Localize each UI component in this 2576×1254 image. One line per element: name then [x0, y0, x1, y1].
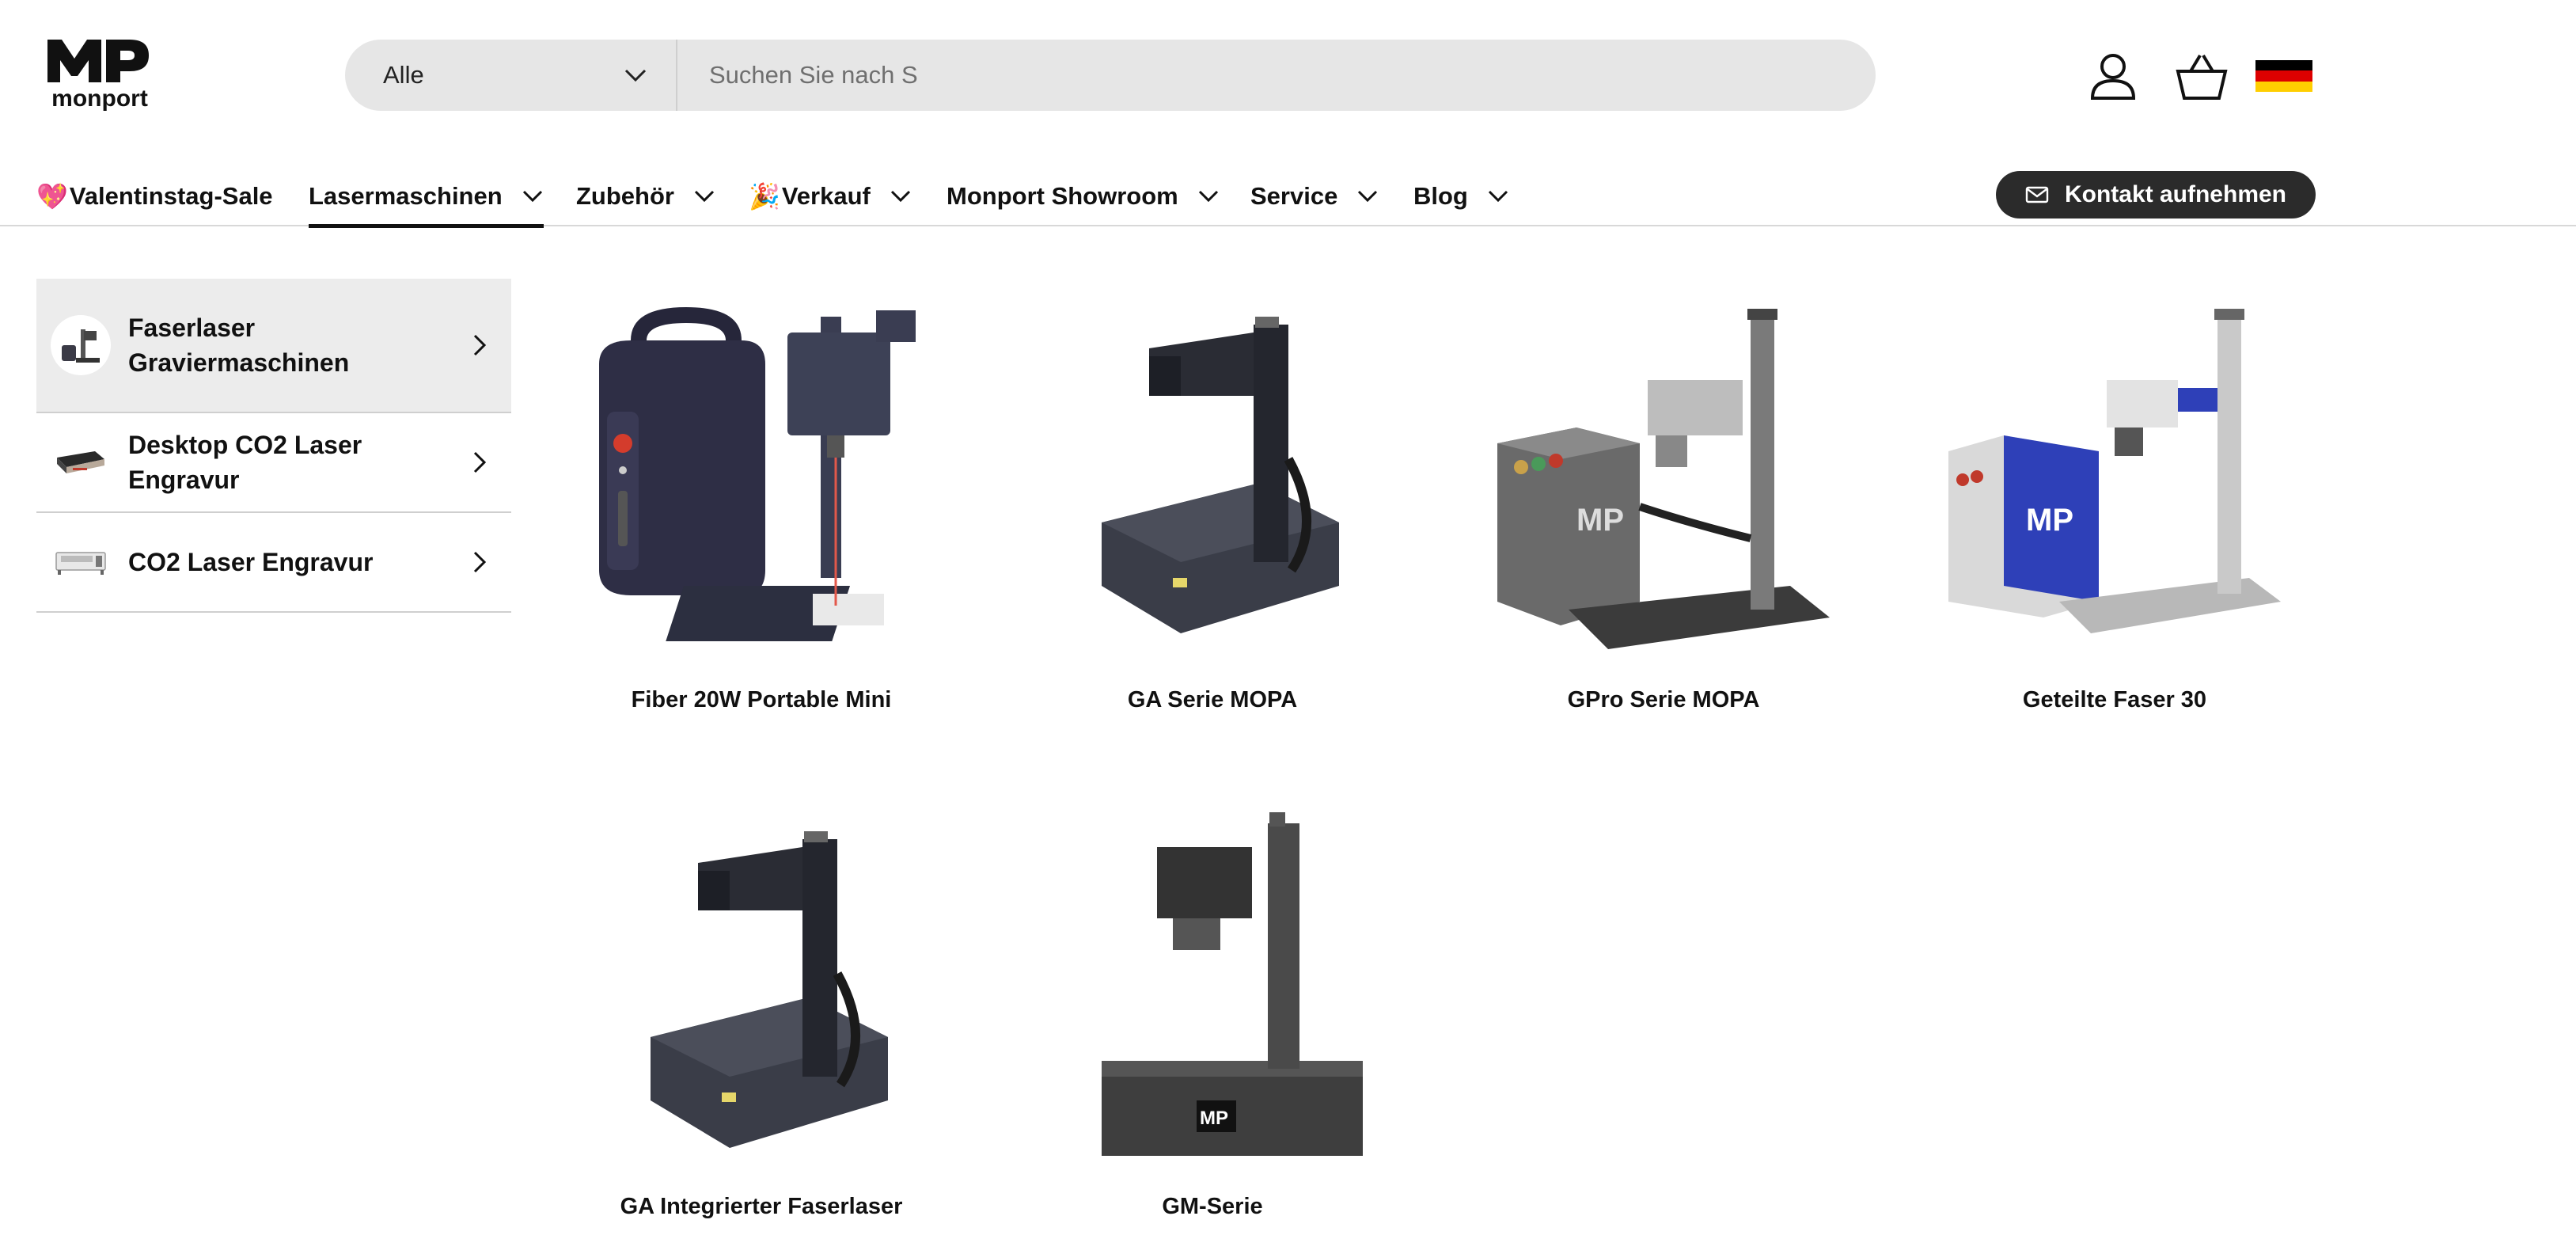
nav-item-label: Blog	[1413, 182, 1468, 210]
product-name: Fiber 20W Portable Mini	[631, 687, 892, 712]
nav-item-service[interactable]: Service	[1250, 166, 1379, 226]
nav-item-label: Monport Showroom	[947, 182, 1178, 210]
monport-logo[interactable]: monport	[44, 35, 155, 114]
category-thumbnail	[51, 532, 111, 592]
chevron-down-icon	[890, 190, 910, 203]
mp-logo-on-machine: MP	[1576, 503, 1624, 538]
product-card[interactable]: MP GM-Serie	[1007, 808, 1418, 1220]
gm-series-laser-image: MP	[1102, 812, 1363, 1156]
account-icon	[2090, 54, 2136, 100]
chevron-down-icon	[1488, 190, 1508, 203]
category-label: Desktop CO2 Laser Engravur	[128, 431, 362, 494]
split-fiber-laser-image: MP	[1948, 309, 2281, 633]
flag-stripe-black	[2255, 60, 2312, 71]
fiber-laser-thumb-image	[62, 329, 100, 363]
product-image	[1007, 301, 1418, 665]
ga-integrated-fiber-laser-image	[651, 831, 888, 1148]
contact-button-label: Kontakt aufnehmen	[2064, 181, 2287, 207]
product-name: GM-Serie	[1162, 1194, 1263, 1219]
ga-mopa-laser-image	[1102, 317, 1339, 633]
product-image	[556, 808, 967, 1172]
german-flag-icon[interactable]	[2255, 60, 2312, 92]
category-item-faserlaser[interactable]: Faserlaser Graviermaschinen	[36, 279, 511, 413]
chevron-down-icon	[694, 190, 715, 203]
product-name: Geteilte Faser 30	[2022, 687, 2207, 712]
product-image: MP	[1007, 808, 1418, 1172]
nav-item-blog[interactable]: Blog	[1413, 166, 1509, 226]
category-thumbnail	[51, 432, 111, 492]
nav-item-verkauf[interactable]: 🎉 Verkauf	[749, 166, 912, 226]
portable-fiber-laser-image	[599, 307, 916, 641]
product-name: GPro Serie MOPA	[1567, 687, 1760, 712]
desktop-co2-thumb-image	[57, 451, 104, 473]
logo-wordmark: monport	[51, 86, 148, 112]
product-card[interactable]: Fiber 20W Portable Mini	[556, 301, 967, 713]
co2-laser-thumb-image	[55, 552, 106, 575]
cart-icon	[2176, 54, 2228, 100]
product-card[interactable]: MP GPro Serie MOPA	[1458, 301, 1869, 713]
category-label: CO2 Laser Engravur	[128, 548, 374, 576]
nav-item-monport-showroom[interactable]: Monport Showroom	[947, 166, 1220, 226]
category-item-desktop-co2[interactable]: Desktop CO2 Laser Engravur	[36, 413, 511, 513]
cart-button[interactable]	[2170, 44, 2233, 108]
category-thumbnail	[51, 315, 111, 375]
category-item-co2[interactable]: CO2 Laser Engravur	[36, 513, 511, 613]
nav-item-label: Zubehör	[576, 182, 674, 210]
chevron-down-icon	[522, 190, 542, 203]
nav-item-zubehoer[interactable]: Zubehör	[576, 166, 715, 226]
sparkling-heart-icon: 💖	[36, 181, 68, 211]
chevron-right-icon	[473, 334, 487, 356]
product-card[interactable]: GA Serie MOPA	[1007, 301, 1418, 713]
gpro-mopa-laser-image: MP	[1497, 309, 1830, 649]
nav-item-label: Service	[1250, 182, 1338, 210]
product-card[interactable]: MP Geteilte Faser 30	[1909, 301, 2320, 713]
search-category-value: Alle	[383, 61, 424, 89]
product-image: MP	[1458, 301, 1869, 665]
search-input[interactable]	[677, 40, 1876, 111]
product-name: GA Integrierter Faserlaser	[620, 1194, 903, 1219]
category-label: Faserlaser Graviermaschinen	[128, 314, 350, 377]
account-button[interactable]	[2081, 44, 2145, 108]
product-name: GA Serie MOPA	[1127, 687, 1298, 712]
search-bar: Alle	[345, 40, 1876, 111]
chevron-right-icon	[473, 551, 487, 573]
mp-logo-on-machine: MP	[1200, 1108, 1228, 1129]
mp-logo-on-machine: MP	[2026, 503, 2073, 538]
search-category-select[interactable]: Alle	[345, 40, 677, 111]
site-header: monport Alle	[0, 0, 2576, 150]
product-card[interactable]: GA Integrierter Faserlaser	[556, 808, 967, 1220]
product-image: MP	[1909, 301, 2320, 665]
contact-button[interactable]: Kontakt aufnehmen	[1996, 171, 2316, 218]
party-popper-icon: 🎉	[749, 181, 780, 211]
nav-item-valentinstag-sale[interactable]: 💖 Valentinstag-Sale	[36, 166, 273, 226]
nav-item-label: Valentinstag-Sale	[69, 182, 273, 210]
chevron-right-icon	[473, 451, 487, 473]
nav-item-lasermaschinen[interactable]: Lasermaschinen	[309, 166, 544, 228]
chevron-down-icon	[1198, 190, 1218, 203]
category-sidebar: Faserlaser Graviermaschinen Desktop CO2 …	[36, 279, 511, 613]
nav-item-label: Verkauf	[781, 182, 871, 210]
product-image	[556, 301, 967, 665]
mail-icon	[2025, 186, 2049, 203]
monport-logo-mark	[47, 40, 149, 82]
chevron-down-icon	[624, 69, 647, 82]
chevron-down-icon	[1358, 190, 1378, 203]
nav-item-label: Lasermaschinen	[309, 182, 503, 210]
flag-stripe-gold	[2255, 81, 2312, 92]
flag-stripe-red	[2255, 70, 2312, 82]
